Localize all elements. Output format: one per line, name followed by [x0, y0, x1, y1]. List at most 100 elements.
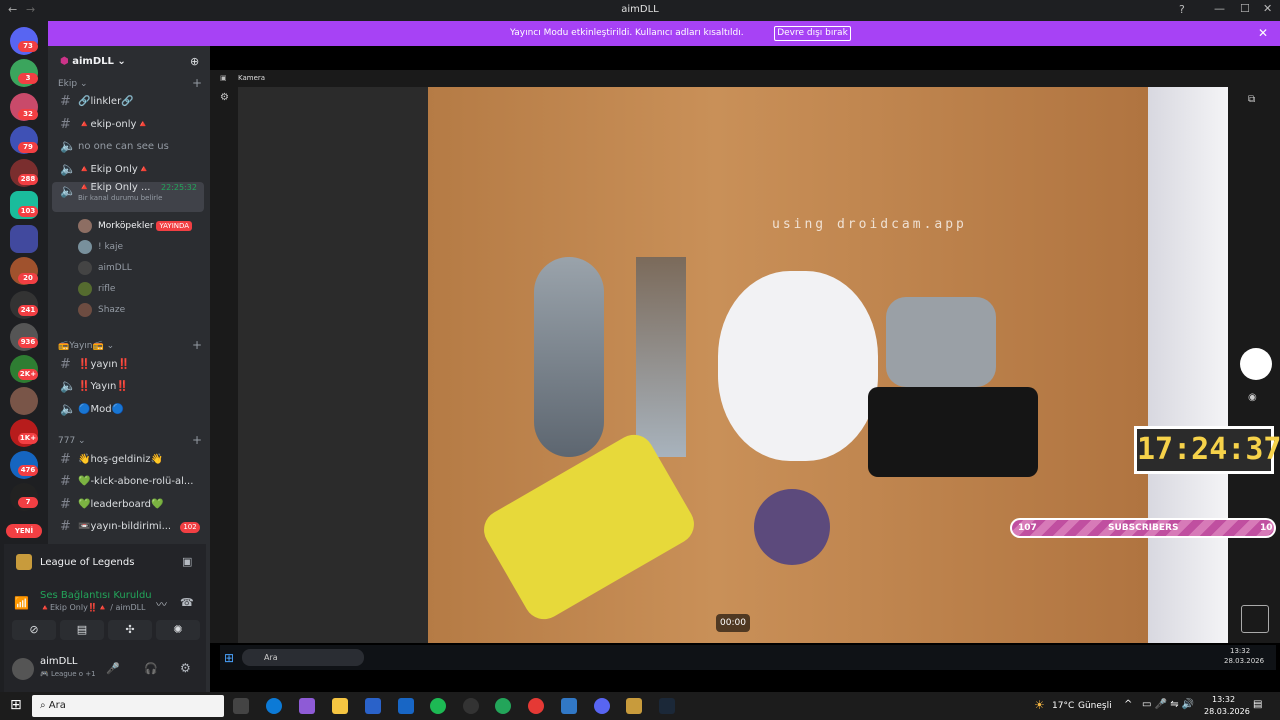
channel-yayin-1[interactable]: # ‼️yayın‼️ — [52, 355, 204, 375]
disconnect-icon[interactable]: ☎ — [180, 596, 194, 609]
headphones-icon[interactable]: 🎧 — [144, 662, 158, 675]
server-badge: 103 — [18, 206, 38, 217]
copilot-icon[interactable] — [299, 698, 315, 714]
hash-icon: # — [60, 452, 71, 467]
task-view-icon[interactable] — [233, 698, 249, 714]
new-label[interactable]: YENİ — [6, 524, 42, 538]
add-channel-icon[interactable]: + — [192, 76, 202, 90]
tray-chevron-icon[interactable]: ^ — [1124, 699, 1132, 710]
activities-button[interactable]: ✣ — [108, 620, 152, 640]
voice-user-name: Morköpekler — [98, 221, 154, 231]
hash-icon: # — [60, 357, 71, 372]
help-icon[interactable]: ? — [1179, 3, 1185, 16]
record-button[interactable] — [1240, 348, 1272, 380]
speaker-icon: 🔈 — [60, 402, 77, 417]
channel-kick[interactable]: # 💚-kick-abone-rolü-al... — [52, 472, 204, 492]
taskbar-search[interactable]: ⌕ Ara — [32, 695, 224, 717]
voice-user[interactable]: ! kaje — [78, 237, 123, 257]
spotify-icon[interactable] — [430, 698, 446, 714]
user-name[interactable]: aimDLL — [40, 656, 78, 667]
windows-start-icon[interactable]: ⊞ — [10, 697, 22, 713]
minimize-icon[interactable]: — — [1214, 2, 1225, 15]
captured-search: Ara — [242, 649, 364, 666]
phone-stand-image — [868, 387, 1038, 477]
soundboard-button[interactable]: ✺ — [156, 620, 200, 640]
add-channel-icon[interactable]: + — [192, 338, 202, 352]
server-icon-small: ⬢ — [60, 56, 73, 67]
activity-card[interactable]: League of Legends ▣ — [14, 552, 200, 582]
server-icon[interactable] — [10, 387, 38, 415]
voice-status-channel[interactable]: 🔺Ekip Only‼️🔺 / aimDLL — [40, 603, 146, 612]
obs-icon[interactable] — [463, 698, 479, 714]
channel-mod[interactable]: 🔈 🔵Mod🔵 — [52, 400, 204, 420]
notification-icon[interactable]: ▤ — [1253, 699, 1262, 710]
screen-share-icon[interactable]: ▣ — [182, 555, 192, 568]
camera-shutter-icon[interactable]: ◉ — [1248, 392, 1257, 403]
weather-icon[interactable]: ☀ — [1034, 698, 1045, 712]
camera-settings-icon[interactable]: ⚙ — [220, 92, 229, 103]
channel-hos-geldiniz[interactable]: # 👋hoş-geldiniz👋 — [52, 450, 204, 470]
channel-ekip-only-voice[interactable]: 🔈 🔺Ekip Only🔺 — [52, 160, 204, 180]
category-ekip[interactable]: Ekip ⌄ — [58, 79, 88, 89]
server-name-label: aimDLL — [72, 56, 114, 67]
windows-start-icon: ⊞ — [224, 651, 235, 665]
channel-ekip-only-active[interactable]: 🔈 🔺Ekip Only ... 22:25:32 Bir kanal duru… — [52, 182, 204, 212]
app-icon[interactable] — [495, 698, 511, 714]
steam-icon[interactable] — [659, 698, 675, 714]
noise-suppression-icon[interactable]: 〰 — [156, 596, 167, 612]
weather-label[interactable]: Güneşli — [1078, 701, 1112, 711]
channel-ekip-only[interactable]: # 🔺ekip-only🔺 — [52, 115, 204, 135]
category-777[interactable]: 777 ⌄ — [58, 436, 86, 446]
file-explorer-icon[interactable] — [332, 698, 348, 714]
voice-status-title[interactable]: Ses Bağlantısı Kuruldu — [40, 590, 152, 601]
server-badge: 79 — [18, 142, 38, 153]
maximize-icon[interactable]: ☐ — [1240, 2, 1250, 15]
channel-yayin-bildirimi[interactable]: # 📼yayın-bildirimi... 102 — [52, 517, 204, 537]
folder-icon[interactable] — [10, 225, 38, 253]
clock-time[interactable]: 13:32 — [1212, 695, 1235, 704]
category-yayin[interactable]: 📻Yayın📻 ⌄ — [58, 341, 114, 351]
channel-yayin-2[interactable]: 🔈 ‼️Yayın‼️ — [52, 377, 204, 397]
camera-off-button[interactable]: ⊘ — [12, 620, 56, 640]
share-screen-button[interactable]: ▤ — [60, 620, 104, 640]
clock-date[interactable]: 28.03.2026 — [1204, 707, 1250, 716]
voice-user[interactable]: rifle — [78, 279, 115, 299]
channel-leaderboard[interactable]: # 💚leaderboard💚 — [52, 495, 204, 515]
voice-user[interactable]: Shaze — [78, 300, 125, 320]
speaker-icon: 🔈 — [60, 379, 77, 394]
channel-no-one[interactable]: 🔈 no one can see us — [52, 137, 204, 157]
close-icon[interactable]: ✕ — [1263, 2, 1272, 15]
voice-panel: League of Legends ▣ 📶 Ses Bağlantısı Kur… — [4, 544, 206, 694]
weather-temp[interactable]: 17°C — [1052, 701, 1074, 711]
channel-status-hint[interactable]: Bir kanal durumu belirle — [78, 188, 162, 208]
voice-user[interactable]: aimDLL — [78, 258, 132, 278]
channel-linkler[interactable]: # 🔗linkler🔗 — [52, 92, 204, 112]
gallery-thumbnail[interactable] — [1241, 605, 1269, 633]
tray-icons[interactable]: ▭ 🎤 ⇋ 🔊 — [1142, 699, 1194, 710]
camera-photo-mode-icon[interactable]: ⧉ — [1248, 94, 1255, 105]
add-member-icon[interactable]: ⊕ — [190, 55, 199, 68]
outlook-icon[interactable] — [398, 698, 414, 714]
app-icon[interactable] — [561, 698, 577, 714]
add-channel-icon[interactable]: + — [192, 433, 202, 447]
banner-close-icon[interactable]: ✕ — [1258, 26, 1268, 40]
store-icon[interactable] — [365, 698, 381, 714]
banner-message: Yayıncı Modu etkinleştirildi. Kullanıcı … — [510, 28, 744, 38]
edge-icon[interactable] — [266, 698, 282, 714]
server-name[interactable]: ⬢ aimDLL ⌄ — [60, 56, 126, 67]
channel-label: 💚-kick-abone-rolü-al... — [78, 476, 194, 487]
chrome-icon[interactable] — [528, 698, 544, 714]
channel-label: 💚leaderboard💚 — [78, 499, 164, 510]
category-label: Ekip — [58, 79, 78, 89]
voice-user[interactable]: Morköpekler YAYINDA — [78, 216, 193, 236]
window-titlebar: ← → aimDLL ? — ☐ ✕ — [0, 0, 1280, 21]
settings-icon[interactable]: ⚙ — [180, 661, 191, 675]
league-icon[interactable] — [626, 698, 642, 714]
server-badge: 7 — [18, 497, 38, 508]
channel-label: ‼️Yayın‼️ — [78, 381, 129, 392]
microphone-icon[interactable]: 🎤 — [106, 662, 120, 675]
avatar[interactable] — [12, 658, 34, 680]
disable-streamer-mode-button[interactable]: Devre dışı bırak — [774, 26, 851, 41]
voice-user-name: Shaze — [98, 305, 126, 315]
discord-icon[interactable] — [594, 698, 610, 714]
